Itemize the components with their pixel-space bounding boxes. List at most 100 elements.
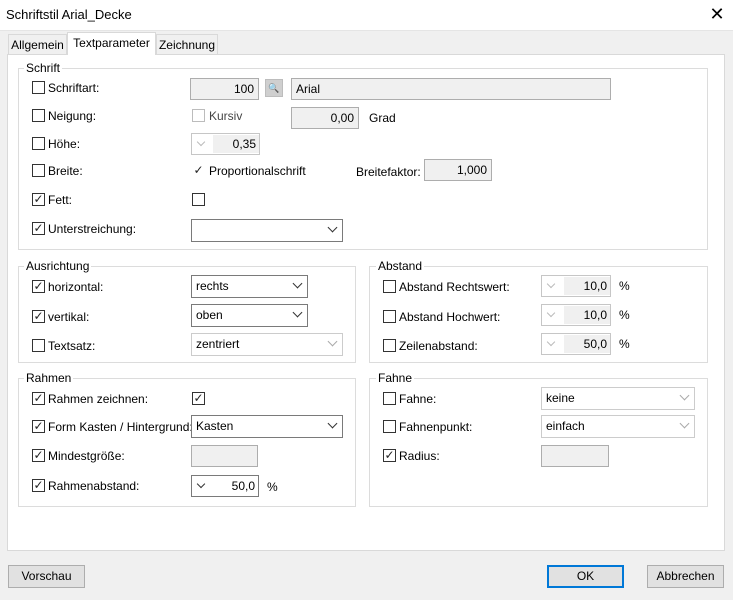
abstand-rechtswert-checkbox[interactable]	[383, 280, 396, 293]
tab-zeichnung[interactable]: Zeichnung	[156, 34, 218, 54]
fahne-dropdown[interactable]: keine	[541, 387, 695, 410]
breitefaktor-label: Breitefaktor:	[356, 165, 421, 179]
radius-checkbox[interactable]: ✓	[383, 449, 396, 462]
form-kasten-checkbox[interactable]: ✓	[32, 420, 45, 433]
vertikal-checkbox[interactable]: ✓	[32, 310, 45, 323]
rahmen-zeichnen-checkbox[interactable]: ✓	[32, 392, 45, 405]
vertikal-value: oben	[196, 308, 223, 322]
fahne-label: Fahne:	[399, 392, 437, 406]
radius-field[interactable]	[541, 445, 609, 467]
abstand-rechtswert-value: 10,0	[564, 277, 610, 295]
textsatz-value: zentriert	[196, 337, 240, 351]
textsatz-label: Textsatz:	[48, 339, 96, 353]
schriftart-label: Schriftart:	[48, 81, 100, 95]
horizontal-label: horizontal:	[48, 280, 104, 294]
hoehe-checkbox[interactable]	[32, 137, 45, 150]
abstand-rechtswert-spinner[interactable]: 10,0	[541, 275, 611, 297]
neigung-checkbox[interactable]	[32, 109, 45, 122]
abstand-hochwert-unit: %	[619, 308, 630, 322]
unterstreichung-checkbox[interactable]: ✓	[32, 222, 45, 235]
chevron-down-icon	[546, 308, 556, 318]
chevron-down-icon	[292, 278, 303, 289]
rahmen-zeichnen-value-checkbox[interactable]: ✓	[192, 392, 205, 405]
chevron-down-icon	[196, 137, 206, 147]
window-title: Schriftstil Arial_Decke	[6, 7, 132, 22]
neigung-label: Neigung:	[48, 109, 97, 123]
fahnenpunkt-dropdown[interactable]: einfach	[541, 415, 695, 438]
chevron-down-icon	[327, 418, 338, 429]
neigung-value-field[interactable]: 0,00	[291, 107, 359, 129]
abstand-rechtswert-label: Abstand Rechtswert:	[399, 280, 510, 294]
zeilenabstand-label: Zeilenabstand:	[399, 339, 478, 353]
breite-checkbox[interactable]	[32, 164, 45, 177]
abbrechen-button[interactable]: Abbrechen	[647, 565, 724, 588]
hoehe-label: Höhe:	[48, 137, 81, 151]
proportional-checkbox[interactable]: ✓	[192, 164, 205, 177]
form-kasten-label: Form Kasten / Hintergrund:	[48, 420, 193, 434]
tab-allgemein[interactable]: Allgemein	[8, 34, 67, 54]
horizontal-dropdown[interactable]: rechts	[191, 275, 308, 298]
zeilenabstand-checkbox[interactable]	[383, 339, 396, 352]
chevron-down-icon	[679, 418, 690, 429]
font-name-field: Arial	[291, 78, 611, 100]
rahmenabstand-spinner[interactable]: 50,0	[191, 475, 259, 497]
chevron-down-icon	[292, 307, 303, 318]
horizontal-checkbox[interactable]: ✓	[32, 280, 45, 293]
fett-checkbox[interactable]: ✓	[32, 193, 45, 206]
unterstreichung-label: Unterstreichung:	[48, 222, 137, 236]
abstand-hochwert-label: Abstand Hochwert:	[399, 310, 501, 324]
fahne-checkbox[interactable]	[383, 392, 396, 405]
breite-label: Breite:	[48, 164, 83, 178]
textsatz-checkbox[interactable]	[32, 339, 45, 352]
zeilenabstand-spinner[interactable]: 50,0	[541, 333, 611, 355]
close-icon[interactable]: ✕	[707, 3, 727, 25]
vertikal-dropdown[interactable]: oben	[191, 304, 308, 327]
rahmenabstand-value: 50,0	[212, 477, 258, 495]
mindestgroesse-field[interactable]	[191, 445, 258, 467]
ok-button[interactable]: OK	[547, 565, 624, 588]
breitefaktor-field[interactable]: 1,000	[424, 159, 492, 181]
chevron-down-icon	[546, 337, 556, 347]
kursiv-checkbox[interactable]	[192, 109, 205, 122]
fett-label: Fett:	[48, 193, 73, 207]
chevron-down-icon	[546, 279, 556, 289]
mindestgroesse-label: Mindestgröße:	[48, 449, 125, 463]
horizontal-value: rechts	[196, 279, 229, 293]
chevron-down-icon	[196, 479, 206, 489]
mindestgroesse-checkbox[interactable]: ✓	[32, 449, 45, 462]
tab-textparameter[interactable]: Textparameter	[67, 32, 156, 55]
textsatz-dropdown[interactable]: zentriert	[191, 333, 343, 356]
abstand-rechtswert-unit: %	[619, 279, 630, 293]
fahnenpunkt-label: Fahnenpunkt:	[399, 420, 473, 434]
schriftart-checkbox[interactable]	[32, 81, 45, 94]
chevron-down-icon	[327, 222, 338, 233]
ausrichtung-group-label: Ausrichtung	[24, 259, 92, 273]
neigung-unit: Grad	[369, 111, 396, 125]
fett-value-checkbox[interactable]	[192, 193, 205, 206]
form-kasten-dropdown[interactable]: Kasten	[191, 415, 343, 438]
proportional-label: Proportionalschrift	[209, 164, 306, 178]
form-kasten-value: Kasten	[196, 419, 234, 433]
zeilenabstand-value: 50,0	[564, 335, 610, 353]
rahmenabstand-label: Rahmenabstand:	[48, 479, 140, 493]
vorschau-button[interactable]: Vorschau	[8, 565, 85, 588]
fahnenpunkt-checkbox[interactable]	[383, 420, 396, 433]
search-icon[interactable]: 🔍	[265, 79, 283, 97]
fahne-group-label: Fahne	[376, 371, 415, 385]
unterstreichung-dropdown[interactable]	[191, 219, 343, 242]
chevron-down-icon	[327, 336, 338, 347]
abstand-group-label: Abstand	[376, 259, 425, 273]
hoehe-value: 0,35	[213, 135, 259, 153]
fahnenpunkt-value: einfach	[546, 419, 585, 433]
schriftart-number-field: 100	[190, 78, 259, 100]
schrift-group-label: Schrift	[24, 61, 63, 75]
zeilenabstand-unit: %	[619, 337, 630, 351]
rahmenabstand-checkbox[interactable]: ✓	[32, 479, 45, 492]
abstand-hochwert-value: 10,0	[564, 306, 610, 324]
rahmen-zeichnen-label: Rahmen zeichnen:	[48, 392, 149, 406]
chevron-down-icon	[679, 390, 690, 401]
abstand-hochwert-spinner[interactable]: 10,0	[541, 304, 611, 326]
abstand-hochwert-checkbox[interactable]	[383, 310, 396, 323]
rahmen-group-label: Rahmen	[24, 371, 74, 385]
hoehe-spinner[interactable]: 0,35	[191, 133, 260, 155]
